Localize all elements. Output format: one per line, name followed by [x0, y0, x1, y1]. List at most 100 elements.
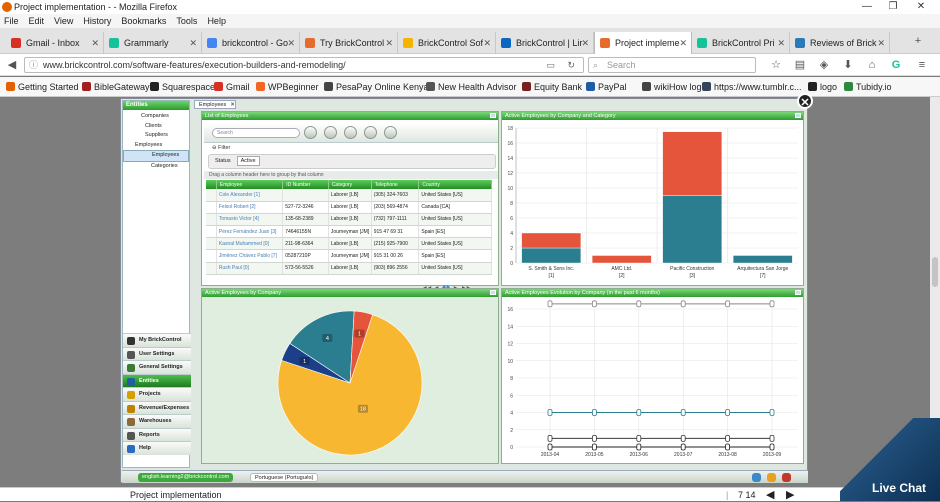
- pocket-icon[interactable]: ◈: [816, 57, 832, 73]
- info-icon[interactable]: ⓘ: [29, 58, 38, 72]
- row-selector[interactable]: [206, 201, 217, 214]
- browser-tab[interactable]: Try BrickControl ✕: [300, 32, 398, 54]
- bookmark-item[interactable]: New Health Advisor: [426, 77, 517, 97]
- live-chat-widget[interactable]: Live Chat: [840, 418, 940, 501]
- logout-icon[interactable]: [782, 473, 791, 482]
- clipboard-icon[interactable]: ▤: [792, 57, 808, 73]
- nav-item[interactable]: Entities: [123, 373, 191, 387]
- bookmark-item[interactable]: PesaPay Online Kenya: [324, 77, 429, 97]
- menu-icon[interactable]: ≡: [914, 57, 930, 73]
- tools-icon[interactable]: [767, 473, 776, 482]
- user-email[interactable]: english.learning2@brickcontrol.com: [138, 473, 234, 482]
- nav-item[interactable]: User Settings: [123, 346, 191, 360]
- close-tab-icon[interactable]: ✕: [777, 32, 785, 54]
- menu-tools[interactable]: Tools: [176, 16, 197, 26]
- nav-item[interactable]: Revenue/Expenses: [123, 400, 191, 414]
- nav-item[interactable]: Projects: [123, 387, 191, 401]
- tree-categories[interactable]: Categories: [123, 162, 189, 172]
- close-tab-icon[interactable]: ✕: [287, 32, 295, 54]
- close-tab-icon[interactable]: ✕: [877, 32, 885, 54]
- close-tab-icon[interactable]: ✕: [385, 32, 393, 54]
- column-header[interactable]: Employee: [216, 180, 284, 189]
- table-row[interactable]: Cole Alexander [1] Laborer [LB] (305) 324-…: [206, 189, 492, 202]
- tree-companies[interactable]: Companies: [123, 112, 189, 122]
- bookmark-item[interactable]: https://www.tumblr.c...: [702, 77, 802, 97]
- bookmark-item[interactable]: BibleGateway: [82, 77, 150, 97]
- browser-tab[interactable]: Reviews of Brick ✕: [790, 32, 890, 54]
- download-icon[interactable]: ⬇: [840, 57, 856, 73]
- bookmark-item[interactable]: Getting Started: [6, 77, 79, 97]
- browser-tab[interactable]: BrickControl | Lir ✕: [496, 32, 594, 54]
- menu-view[interactable]: View: [54, 16, 73, 26]
- table-row[interactable]: Jiménez Chávez Pablo [7] 05287210P Journey…: [206, 249, 492, 263]
- export-icon[interactable]: [384, 126, 397, 139]
- minimize-button[interactable]: —: [856, 0, 878, 14]
- table-row[interactable]: Pérez Fernández Juan [3] 74646155N Journey…: [206, 225, 492, 239]
- reload-icon[interactable]: ↻: [567, 58, 575, 72]
- row-selector[interactable]: [206, 189, 217, 202]
- row-selector[interactable]: [206, 262, 217, 275]
- url-bar[interactable]: ⓘ www.brickcontrol.com/software-features…: [24, 57, 584, 73]
- new-icon[interactable]: [324, 126, 337, 139]
- tree-employees-group[interactable]: Employees: [123, 141, 189, 151]
- maximize-button[interactable]: ❐: [882, 0, 904, 14]
- find-icon[interactable]: [304, 126, 317, 139]
- reader-view-icon[interactable]: ▭: [546, 58, 555, 72]
- employee-search-input[interactable]: Search: [212, 128, 300, 138]
- language-select[interactable]: Portuguese (Portugués): [250, 473, 319, 482]
- browser-tab[interactable]: BrickControl Pri ✕: [692, 32, 790, 54]
- menu-help[interactable]: Help: [207, 16, 226, 26]
- tree-employees[interactable]: Employees: [123, 150, 189, 162]
- close-lightbox-icon[interactable]: ✕: [797, 93, 813, 109]
- delete-icon[interactable]: [364, 126, 377, 139]
- edit-icon[interactable]: [344, 126, 357, 139]
- column-header[interactable]: Category: [328, 180, 372, 189]
- bookmark-item[interactable]: Gmail: [214, 77, 250, 97]
- next-slide-icon[interactable]: ▶: [786, 488, 794, 502]
- column-header[interactable]: Country: [418, 180, 492, 189]
- close-window-button[interactable]: ✕: [910, 0, 932, 14]
- browser-tab[interactable]: Project impleme ✕: [594, 32, 692, 54]
- bookmark-item[interactable]: PayPal: [586, 77, 627, 97]
- column-header[interactable]: [206, 180, 217, 189]
- menu-bookmarks[interactable]: Bookmarks: [121, 16, 166, 26]
- bookmark-item[interactable]: wikiHow logo: [642, 77, 707, 97]
- browser-tab[interactable]: Gmail - Inbox ✕: [6, 32, 104, 54]
- browser-tab[interactable]: brickcontrol - Go ✕: [202, 32, 300, 54]
- close-tab-icon[interactable]: ✕: [483, 32, 491, 54]
- browser-tab[interactable]: Grammarly ✕: [104, 32, 202, 54]
- bookmark-item[interactable]: WPBeginner: [256, 77, 319, 97]
- status-select[interactable]: Active: [236, 156, 260, 166]
- tree-suppliers[interactable]: Suppliers: [123, 131, 189, 141]
- table-row[interactable]: Tomasto Victor [4] 135-68-2389 Laborer [LB…: [206, 213, 492, 227]
- close-tab-icon[interactable]: ✕: [581, 32, 589, 54]
- nav-item[interactable]: Warehouses: [123, 414, 191, 428]
- back-icon[interactable]: ◀: [4, 57, 20, 73]
- home-icon[interactable]: ⌂: [864, 57, 880, 73]
- close-tab-icon[interactable]: ✕: [679, 32, 687, 54]
- browser-tab[interactable]: BrickControl Sof ✕: [398, 32, 496, 54]
- row-selector[interactable]: [206, 237, 217, 251]
- grammarly-icon[interactable]: G: [888, 57, 904, 73]
- column-header[interactable]: Telephone: [371, 180, 420, 189]
- nav-item[interactable]: Reports: [123, 427, 191, 441]
- star-icon[interactable]: ☆: [768, 57, 784, 73]
- column-header[interactable]: ID Number: [282, 180, 329, 189]
- table-row[interactable]: Felsol Robert [2] 527-72-3246 Laborer [LB]…: [206, 201, 492, 214]
- close-tab-icon[interactable]: ✕: [91, 32, 99, 54]
- user-icon[interactable]: [752, 473, 761, 482]
- bookmark-item[interactable]: Squarespace: [150, 77, 215, 97]
- row-selector[interactable]: [206, 225, 217, 239]
- nav-item[interactable]: My BrickControl: [123, 333, 191, 347]
- tab-employees[interactable]: Employees ✕: [194, 100, 236, 109]
- prev-slide-icon[interactable]: ◀: [766, 488, 774, 502]
- menu-history[interactable]: History: [83, 16, 111, 26]
- bookmark-item[interactable]: Equity Bank: [522, 77, 582, 97]
- table-row[interactable]: Rush Paul [0] 573-56-5526 Laborer [LB] (903…: [206, 262, 492, 275]
- new-tab-icon[interactable]: +: [910, 33, 926, 49]
- tree-clients[interactable]: Clients: [123, 122, 189, 132]
- row-selector[interactable]: [206, 249, 217, 263]
- bookmark-item[interactable]: Tubidy.io: [844, 77, 892, 97]
- row-selector[interactable]: [206, 213, 217, 227]
- scrollbar-thumb[interactable]: [932, 257, 938, 287]
